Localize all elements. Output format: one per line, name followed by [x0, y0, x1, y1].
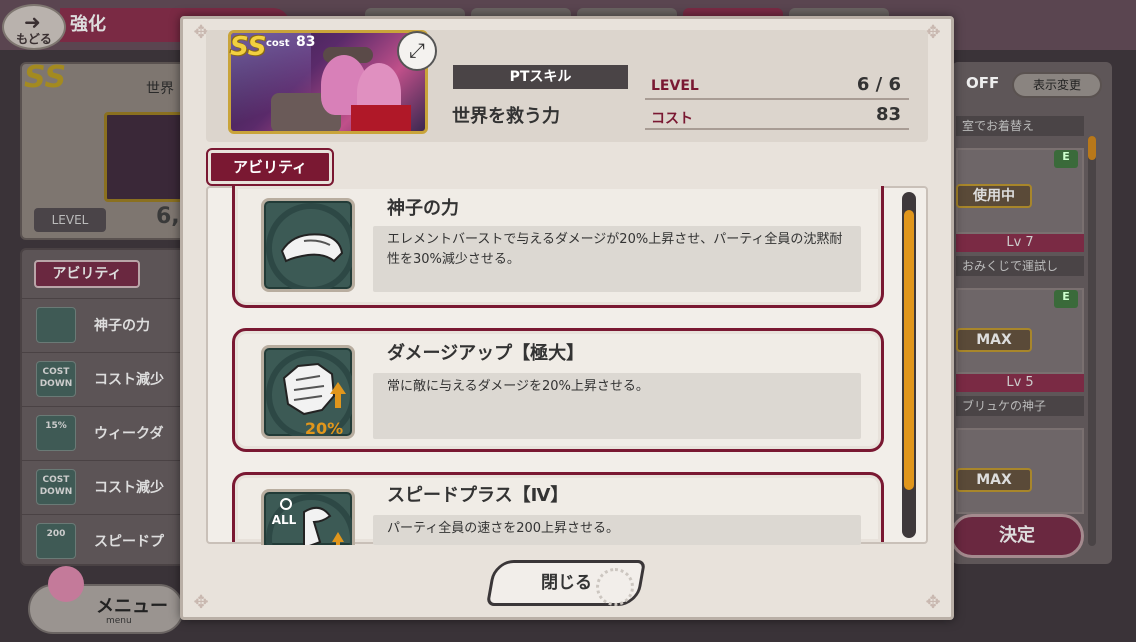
in-use-tag: 使用中	[956, 184, 1032, 208]
ability-title: ダメージアップ【極大】	[387, 343, 585, 364]
bg-ability-row[interactable]: 15% ウィークダ	[22, 406, 188, 458]
bg-ability-row[interactable]: COST DOWN コスト減少	[22, 460, 188, 512]
bg-e-badge: E	[1054, 150, 1078, 168]
menu-sublabel: menu	[106, 616, 132, 626]
ability-tab[interactable]: アビリティ	[206, 148, 334, 186]
ability-description: パーティ全員の速さを200上昇させる。	[373, 515, 861, 545]
speed-icon: 200	[36, 523, 76, 559]
close-label: 閉じる	[540, 573, 592, 593]
ability-icon-text: ALL	[272, 513, 297, 527]
goggles-icon	[36, 307, 76, 343]
ability-card[interactable]: 神子の力 エレメントバーストで与えるダメージが20%上昇させ、パーティ全員の沈黙…	[232, 186, 884, 308]
bg-scrollbar-thumb[interactable]	[1088, 136, 1096, 160]
bg-card-thumbnail	[104, 112, 184, 202]
skill-type-tag: PTスキル	[453, 65, 628, 89]
card-cost-value: 83	[296, 34, 316, 50]
stat-key: コスト	[651, 111, 693, 127]
bg-ability-tag: アビリティ	[34, 260, 140, 288]
stat-row-level: LEVEL 6 / 6	[645, 72, 909, 100]
gear-decoration-icon	[596, 568, 634, 606]
back-arrow-icon: ➜	[24, 10, 41, 34]
game-screen: 強化 ➜ もどる SS 世界 LEVEL 6, アビリティ 神子の力 COST …	[0, 0, 1136, 642]
weak-icon: 15%	[36, 415, 76, 451]
ability-card[interactable]: 20% ダメージアップ【極大】 常に敵に与えるダメージを20%上昇させる。	[232, 328, 884, 452]
off-toggle[interactable]: OFF	[966, 74, 1006, 98]
bg-note: ブリュケの神子	[956, 396, 1084, 416]
speed-all-icon: ALL	[261, 489, 355, 545]
max-tag: MAX	[956, 468, 1032, 492]
corner-ornament-icon: ✥	[925, 592, 941, 613]
stat-value: 6 / 6	[856, 74, 901, 95]
bg-ability-label: コスト減少	[94, 480, 164, 496]
fist-up-icon: 20%	[261, 345, 355, 439]
card-cost-label: cost	[266, 38, 290, 49]
bg-ability-label: 神子の力	[94, 318, 150, 334]
bg-ability-row[interactable]: 神子の力	[22, 298, 188, 350]
ability-description: 常に敵に与えるダメージを20%上昇させる。	[373, 373, 861, 439]
ability-description: エレメントバーストで与えるダメージが20%上昇させ、パーティ全員の沈黙耐性を30…	[373, 226, 861, 292]
bg-level: Lv 7	[956, 234, 1084, 252]
stat-key: LEVEL	[651, 78, 699, 94]
rarity-badge: SS	[230, 32, 267, 62]
bg-ability-row[interactable]: COST DOWN コスト減少	[22, 352, 188, 404]
ability-card[interactable]: ALL スピードプラス【Ⅳ】 パーティ全員の速さを200上昇させる。	[232, 472, 884, 545]
decide-button[interactable]: 決定	[950, 514, 1084, 558]
bg-ability-label: ウィークダ	[94, 426, 164, 442]
menu-label: メニュー	[96, 596, 168, 617]
stat-row-cost: コスト 83	[645, 102, 909, 130]
bg-note: おみくじで運試し	[956, 256, 1084, 276]
cost-down-icon: COST DOWN	[36, 361, 76, 397]
display-change-button[interactable]: 表示変更	[1012, 72, 1102, 98]
expand-button[interactable]: ⤢	[397, 31, 437, 71]
bg-world-label: 世界	[146, 81, 174, 97]
back-button[interactable]: ➜ もどる	[2, 4, 66, 50]
bg-rarity-badge: SS	[24, 60, 67, 95]
stat-value: 83	[875, 104, 901, 125]
bg-ability-row[interactable]: 200 スピードプ	[22, 514, 188, 566]
bg-scrollbar[interactable]	[1088, 136, 1096, 546]
bg-ability-label: コスト減少	[94, 372, 164, 388]
bg-level-label: LEVEL	[34, 208, 106, 232]
expand-icon: ⤢	[409, 38, 425, 62]
back-label: もどる	[16, 32, 52, 46]
bg-note: 室でお着替え	[956, 116, 1084, 136]
goggles-icon	[261, 198, 355, 292]
ability-scrollbar-thumb[interactable]	[904, 210, 914, 490]
ability-icon-text: 20%	[305, 419, 343, 438]
ability-title: スピードプラス【Ⅳ】	[387, 485, 569, 506]
card-figure	[351, 105, 411, 131]
bg-level-value: 6,	[156, 204, 180, 229]
ability-title: 神子の力	[387, 198, 459, 219]
skill-name: 世界を救う力	[452, 106, 560, 127]
bg-level: Lv 5	[956, 374, 1084, 392]
bg-ability-label: スピードプ	[94, 534, 164, 550]
max-tag: MAX	[956, 328, 1032, 352]
bg-e-badge: E	[1054, 290, 1078, 308]
menu-character-avatar	[48, 566, 84, 602]
corner-ornament-icon: ✥	[193, 592, 209, 613]
cost-down-icon: COST DOWN	[36, 469, 76, 505]
